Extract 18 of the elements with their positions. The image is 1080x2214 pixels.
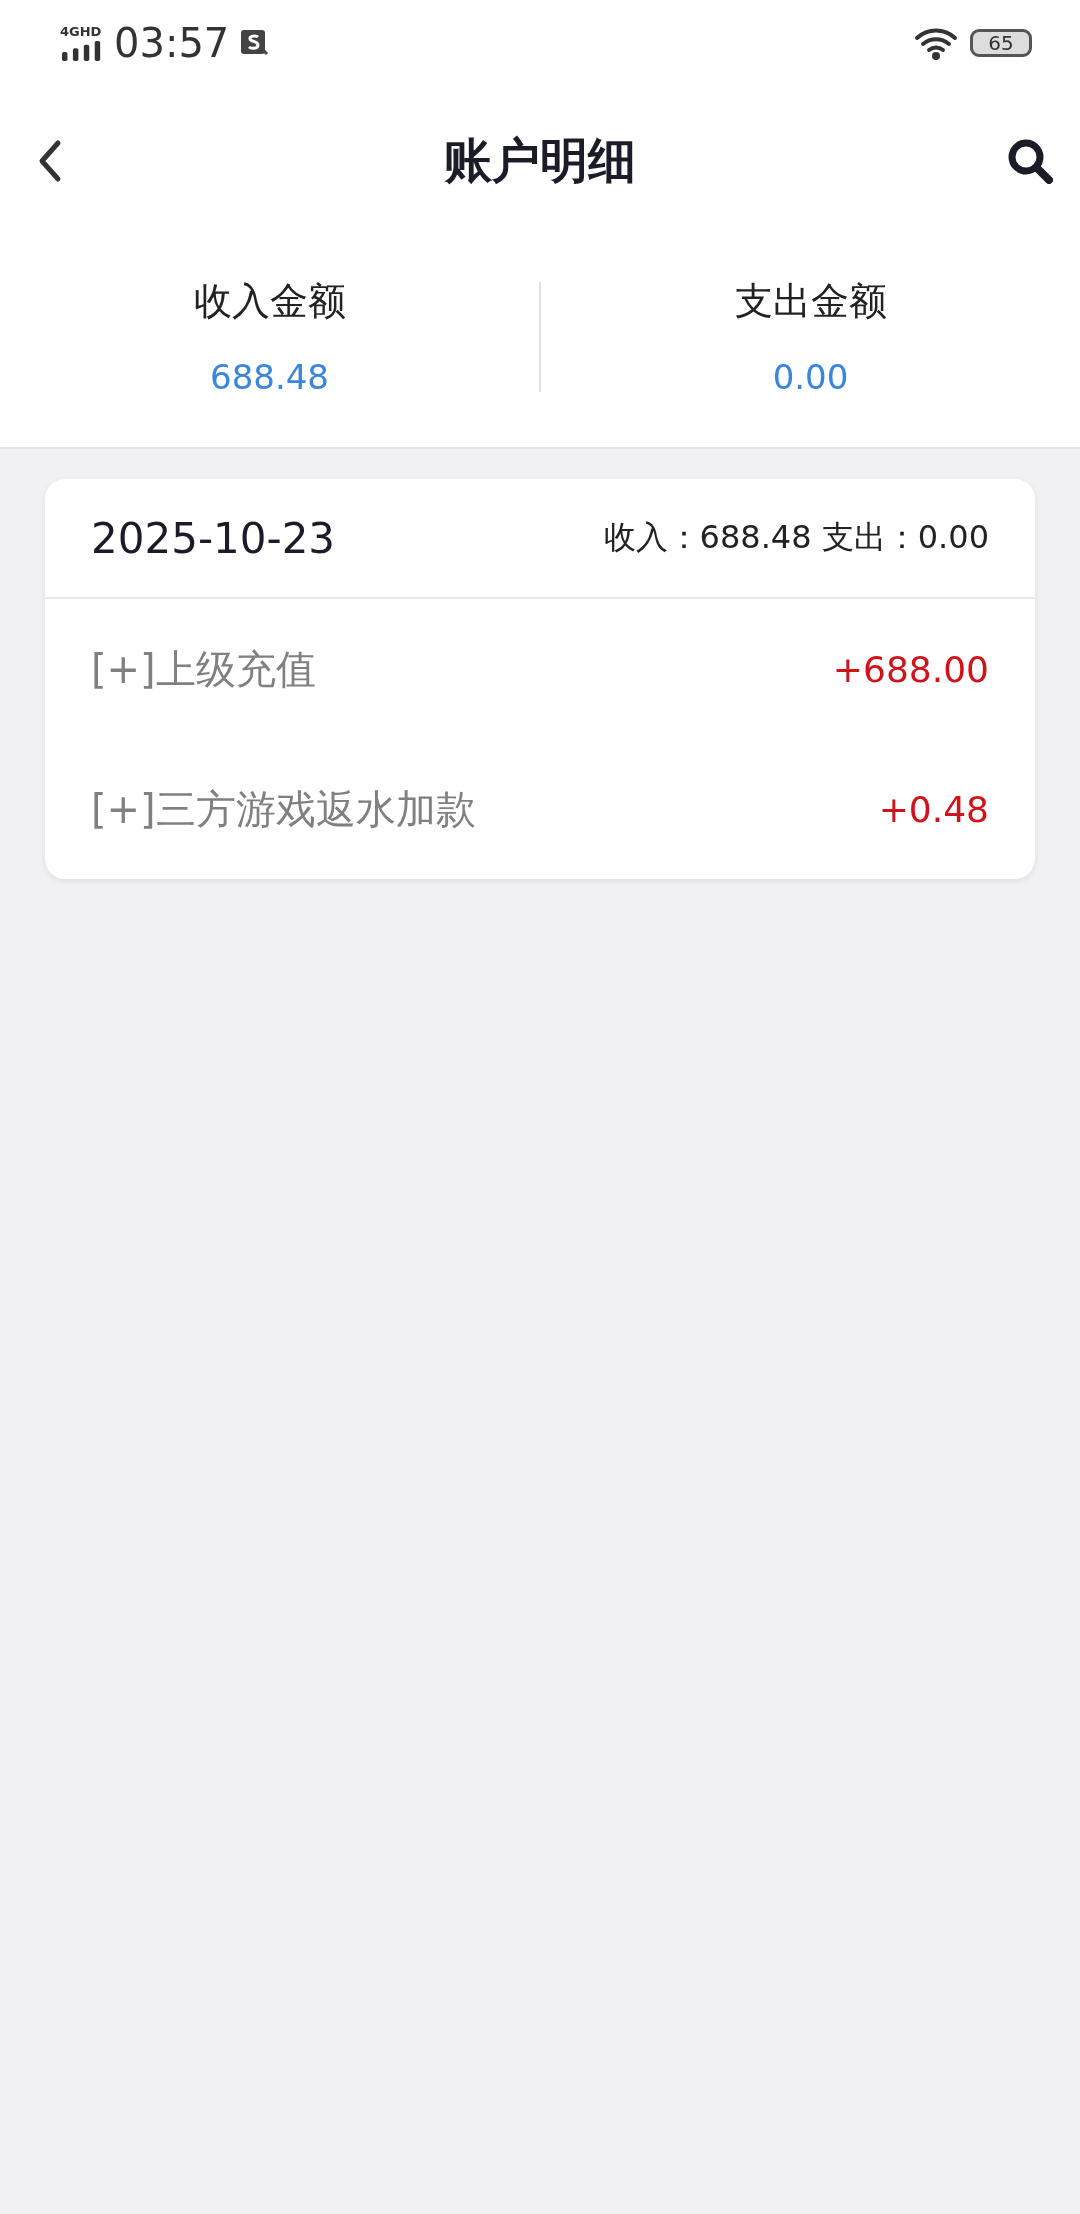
entry-name: [+]上级充值 — [91, 644, 316, 694]
day-totals: 收入：688.48 支出：0.00 — [603, 517, 989, 558]
back-icon — [38, 139, 62, 183]
page-title: 账户明细 — [443, 131, 637, 190]
wifi-icon — [914, 26, 960, 60]
entry-name: [+]三方游戏返水加款 — [91, 784, 476, 834]
status-time: 03:57 — [114, 20, 230, 66]
summary-label: 收入金额 — [193, 278, 346, 325]
notification-icon — [239, 28, 270, 58]
day-date: 2025-10-23 — [91, 513, 336, 563]
search-icon — [1007, 138, 1053, 184]
network-label: 4GHD — [60, 25, 102, 39]
summary-value: 0.00 — [772, 357, 849, 397]
battery-level: 65 — [988, 31, 1014, 55]
summary-value: 688.48 — [210, 357, 329, 397]
entry-amount: +688.00 — [832, 648, 989, 690]
entry-amount: +0.48 — [878, 788, 989, 830]
summary-label: 支出金额 — [734, 278, 887, 325]
